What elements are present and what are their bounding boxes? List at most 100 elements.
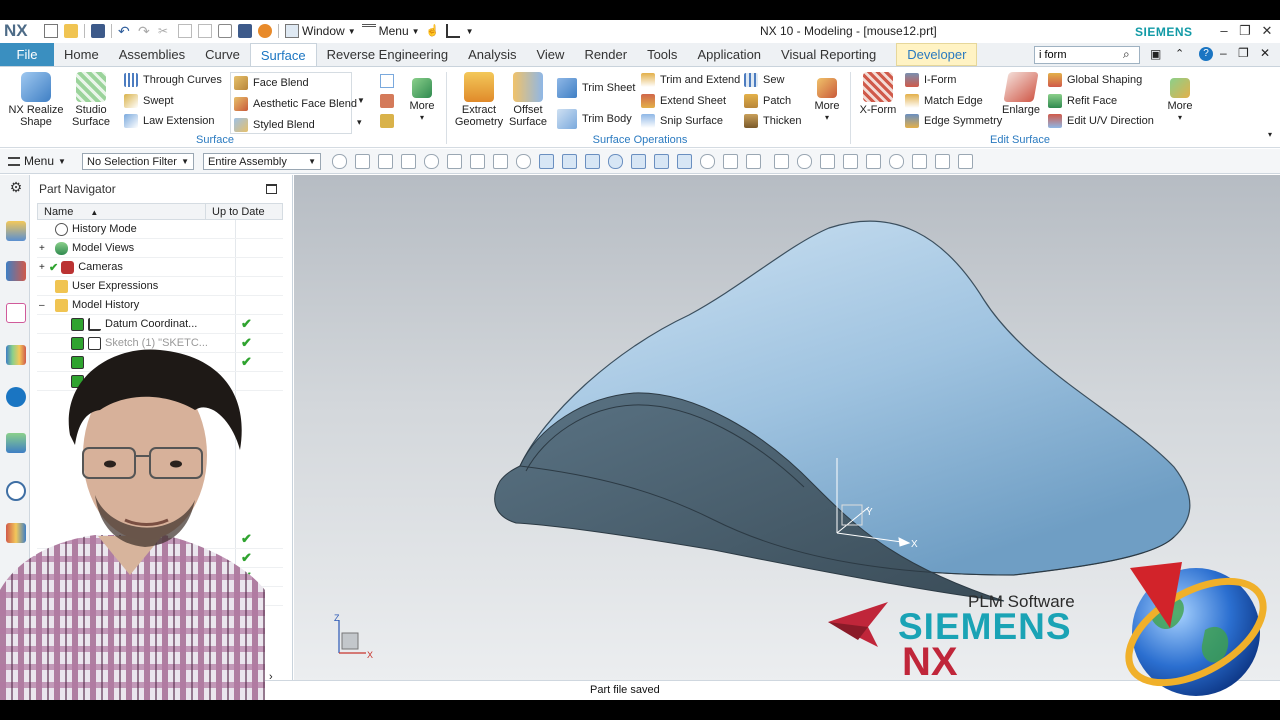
resource-bar-icon[interactable]: ▣	[1150, 47, 1161, 61]
expand-icon[interactable]: +	[37, 243, 55, 254]
circle-icon[interactable]	[631, 154, 646, 169]
minimize-button[interactable]: –	[1215, 23, 1233, 38]
selection-filter-dropdown[interactable]: No Selection Filter ▼	[82, 153, 194, 170]
snip-surface-button[interactable]: Snip Surface	[641, 114, 723, 128]
refit-face-button[interactable]: Refit Face	[1048, 94, 1117, 108]
tab-developer[interactable]: Developer	[896, 43, 978, 66]
name-column-header[interactable]: Name ▲	[38, 204, 206, 219]
enlarge-button[interactable]: Enlarge	[1000, 72, 1042, 116]
surface-operations-more-button[interactable]: More ▾	[810, 78, 844, 124]
menu-menu[interactable]: Menu ▼	[361, 24, 420, 38]
x-form-button[interactable]: X-Form	[856, 72, 900, 116]
tree-row-history-mode[interactable]: History Mode	[37, 220, 283, 239]
print-icon[interactable]	[218, 24, 232, 38]
tab-surface[interactable]: Surface	[249, 43, 317, 66]
assembly-scope-dropdown[interactable]: Entire Assembly ▼	[203, 153, 321, 170]
tab-render[interactable]: Render	[574, 43, 637, 66]
through-curves-button[interactable]: Through Curves	[124, 73, 222, 87]
tab-file[interactable]: File	[0, 43, 54, 66]
layout-icon[interactable]	[843, 154, 858, 169]
aesthetic-face-blend-button[interactable]: Aesthetic Face Blend	[234, 97, 357, 111]
curve-icon[interactable]	[562, 154, 577, 169]
maximize-panel-icon[interactable]	[266, 184, 277, 194]
view-icon[interactable]	[700, 154, 715, 169]
new-file-icon[interactable]	[44, 24, 58, 38]
expand-icon[interactable]: +	[37, 262, 49, 273]
collapse-icon[interactable]: –	[37, 300, 55, 311]
settings-gear-icon[interactable]: ⚙	[6, 179, 26, 199]
zoom-window-icon[interactable]	[797, 154, 812, 169]
global-shaping-button[interactable]: Global Shaping	[1048, 73, 1142, 87]
sew-button[interactable]: Sew	[744, 73, 784, 87]
edge-symmetry-button[interactable]: Edge Symmetry	[905, 114, 1002, 128]
constraint-navigator-icon[interactable]	[6, 261, 26, 281]
tree-row-cameras[interactable]: + ✔ Cameras	[37, 258, 283, 277]
law-extension-button[interactable]: Law Extension	[124, 114, 215, 128]
close-button[interactable]: ✕	[1258, 23, 1276, 39]
top-border-menu[interactable]: Menu ▼	[8, 154, 66, 168]
studio-surface-button[interactable]: Studio Surface	[66, 72, 116, 128]
styled-blend-button[interactable]: Styled Blend	[234, 118, 315, 132]
csys-icon[interactable]	[445, 24, 460, 38]
patch-button[interactable]: Patch	[744, 94, 791, 108]
search-icon[interactable]: ⌕	[1123, 47, 1130, 62]
gallery-scroll-down-icon[interactable]: ▼	[357, 96, 365, 105]
tab-assemblies[interactable]: Assemblies	[109, 43, 195, 66]
face-blend-button[interactable]: Face Blend	[234, 76, 309, 90]
tree-row-user-expressions[interactable]: User Expressions	[37, 277, 283, 296]
touch-mode-icon[interactable]: ☝	[426, 24, 440, 38]
repeat-command-icon[interactable]	[258, 24, 272, 38]
paste-icon[interactable]	[198, 24, 212, 38]
tab-application[interactable]: Application	[687, 43, 771, 66]
tree-row-model-views[interactable]: + Model Views	[37, 239, 283, 258]
minimize-doc-button[interactable]: –	[1220, 46, 1227, 60]
trim-and-extend-button[interactable]: Trim and Extend	[641, 73, 740, 87]
edit-surface-more-button[interactable]: More ▾	[1163, 78, 1197, 124]
swept-button[interactable]: Swept	[124, 94, 174, 108]
cube-icon[interactable]	[447, 154, 462, 169]
surface-more-button[interactable]: More ▾	[404, 78, 440, 124]
redo-icon[interactable]: ↷	[138, 24, 152, 38]
trim-body-button[interactable]: Trim Body	[557, 109, 632, 129]
tab-curve[interactable]: Curve	[195, 43, 250, 66]
tab-home[interactable]: Home	[54, 43, 109, 66]
extract-geometry-button[interactable]: Extract Geometry	[452, 72, 506, 128]
spline-icon[interactable]	[585, 154, 600, 169]
move-icon[interactable]	[332, 154, 347, 169]
zoom-icon[interactable]	[774, 154, 789, 169]
orient-icon[interactable]	[866, 154, 881, 169]
zoom-fit-icon[interactable]	[746, 154, 761, 169]
more-icon[interactable]	[958, 154, 973, 169]
refresh-icon[interactable]	[820, 154, 835, 169]
restore-button[interactable]: ❐	[1236, 23, 1254, 39]
close-doc-button[interactable]: ✕	[1260, 46, 1270, 60]
bounded-plane-icon[interactable]	[380, 74, 394, 88]
thicken-button[interactable]: Thicken	[744, 114, 802, 128]
assembly-navigator-icon[interactable]	[6, 221, 26, 241]
restore-doc-button[interactable]: ❐	[1238, 46, 1249, 60]
extend-sheet-button[interactable]: Extend Sheet	[641, 94, 726, 108]
trim-sheet-button[interactable]: Trim Sheet	[557, 78, 635, 98]
point-icon[interactable]	[493, 154, 508, 169]
shade-icon[interactable]	[889, 154, 904, 169]
render-icon[interactable]	[935, 154, 950, 169]
tree-row-model-history[interactable]: – Model History	[37, 296, 283, 315]
tree-row-datum-csys[interactable]: Datum Coordinat... ✔	[37, 315, 283, 334]
copy-icon[interactable]	[178, 24, 192, 38]
tab-visual-reporting[interactable]: Visual Reporting	[771, 43, 886, 66]
grid-icon[interactable]	[723, 154, 738, 169]
nx-realize-shape-button[interactable]: NX Realize Shape	[8, 72, 64, 128]
center-icon[interactable]	[608, 154, 623, 169]
collapse-ribbon-icon[interactable]: ⌃	[1175, 47, 1184, 60]
ribbon-options-icon[interactable]: ▾	[1268, 130, 1272, 139]
fill-surface-icon[interactable]	[380, 94, 394, 108]
part-navigator-icon[interactable]	[6, 303, 26, 323]
rotate-icon[interactable]	[355, 154, 370, 169]
snap-point-icon[interactable]	[401, 154, 416, 169]
rectangle-select-icon[interactable]	[424, 154, 439, 169]
tab-tools[interactable]: Tools	[637, 43, 687, 66]
offset-surface-button[interactable]: Offset Surface	[506, 72, 550, 128]
tab-view[interactable]: View	[526, 43, 574, 66]
fit-icon[interactable]	[378, 154, 393, 169]
save-icon[interactable]	[91, 24, 105, 38]
